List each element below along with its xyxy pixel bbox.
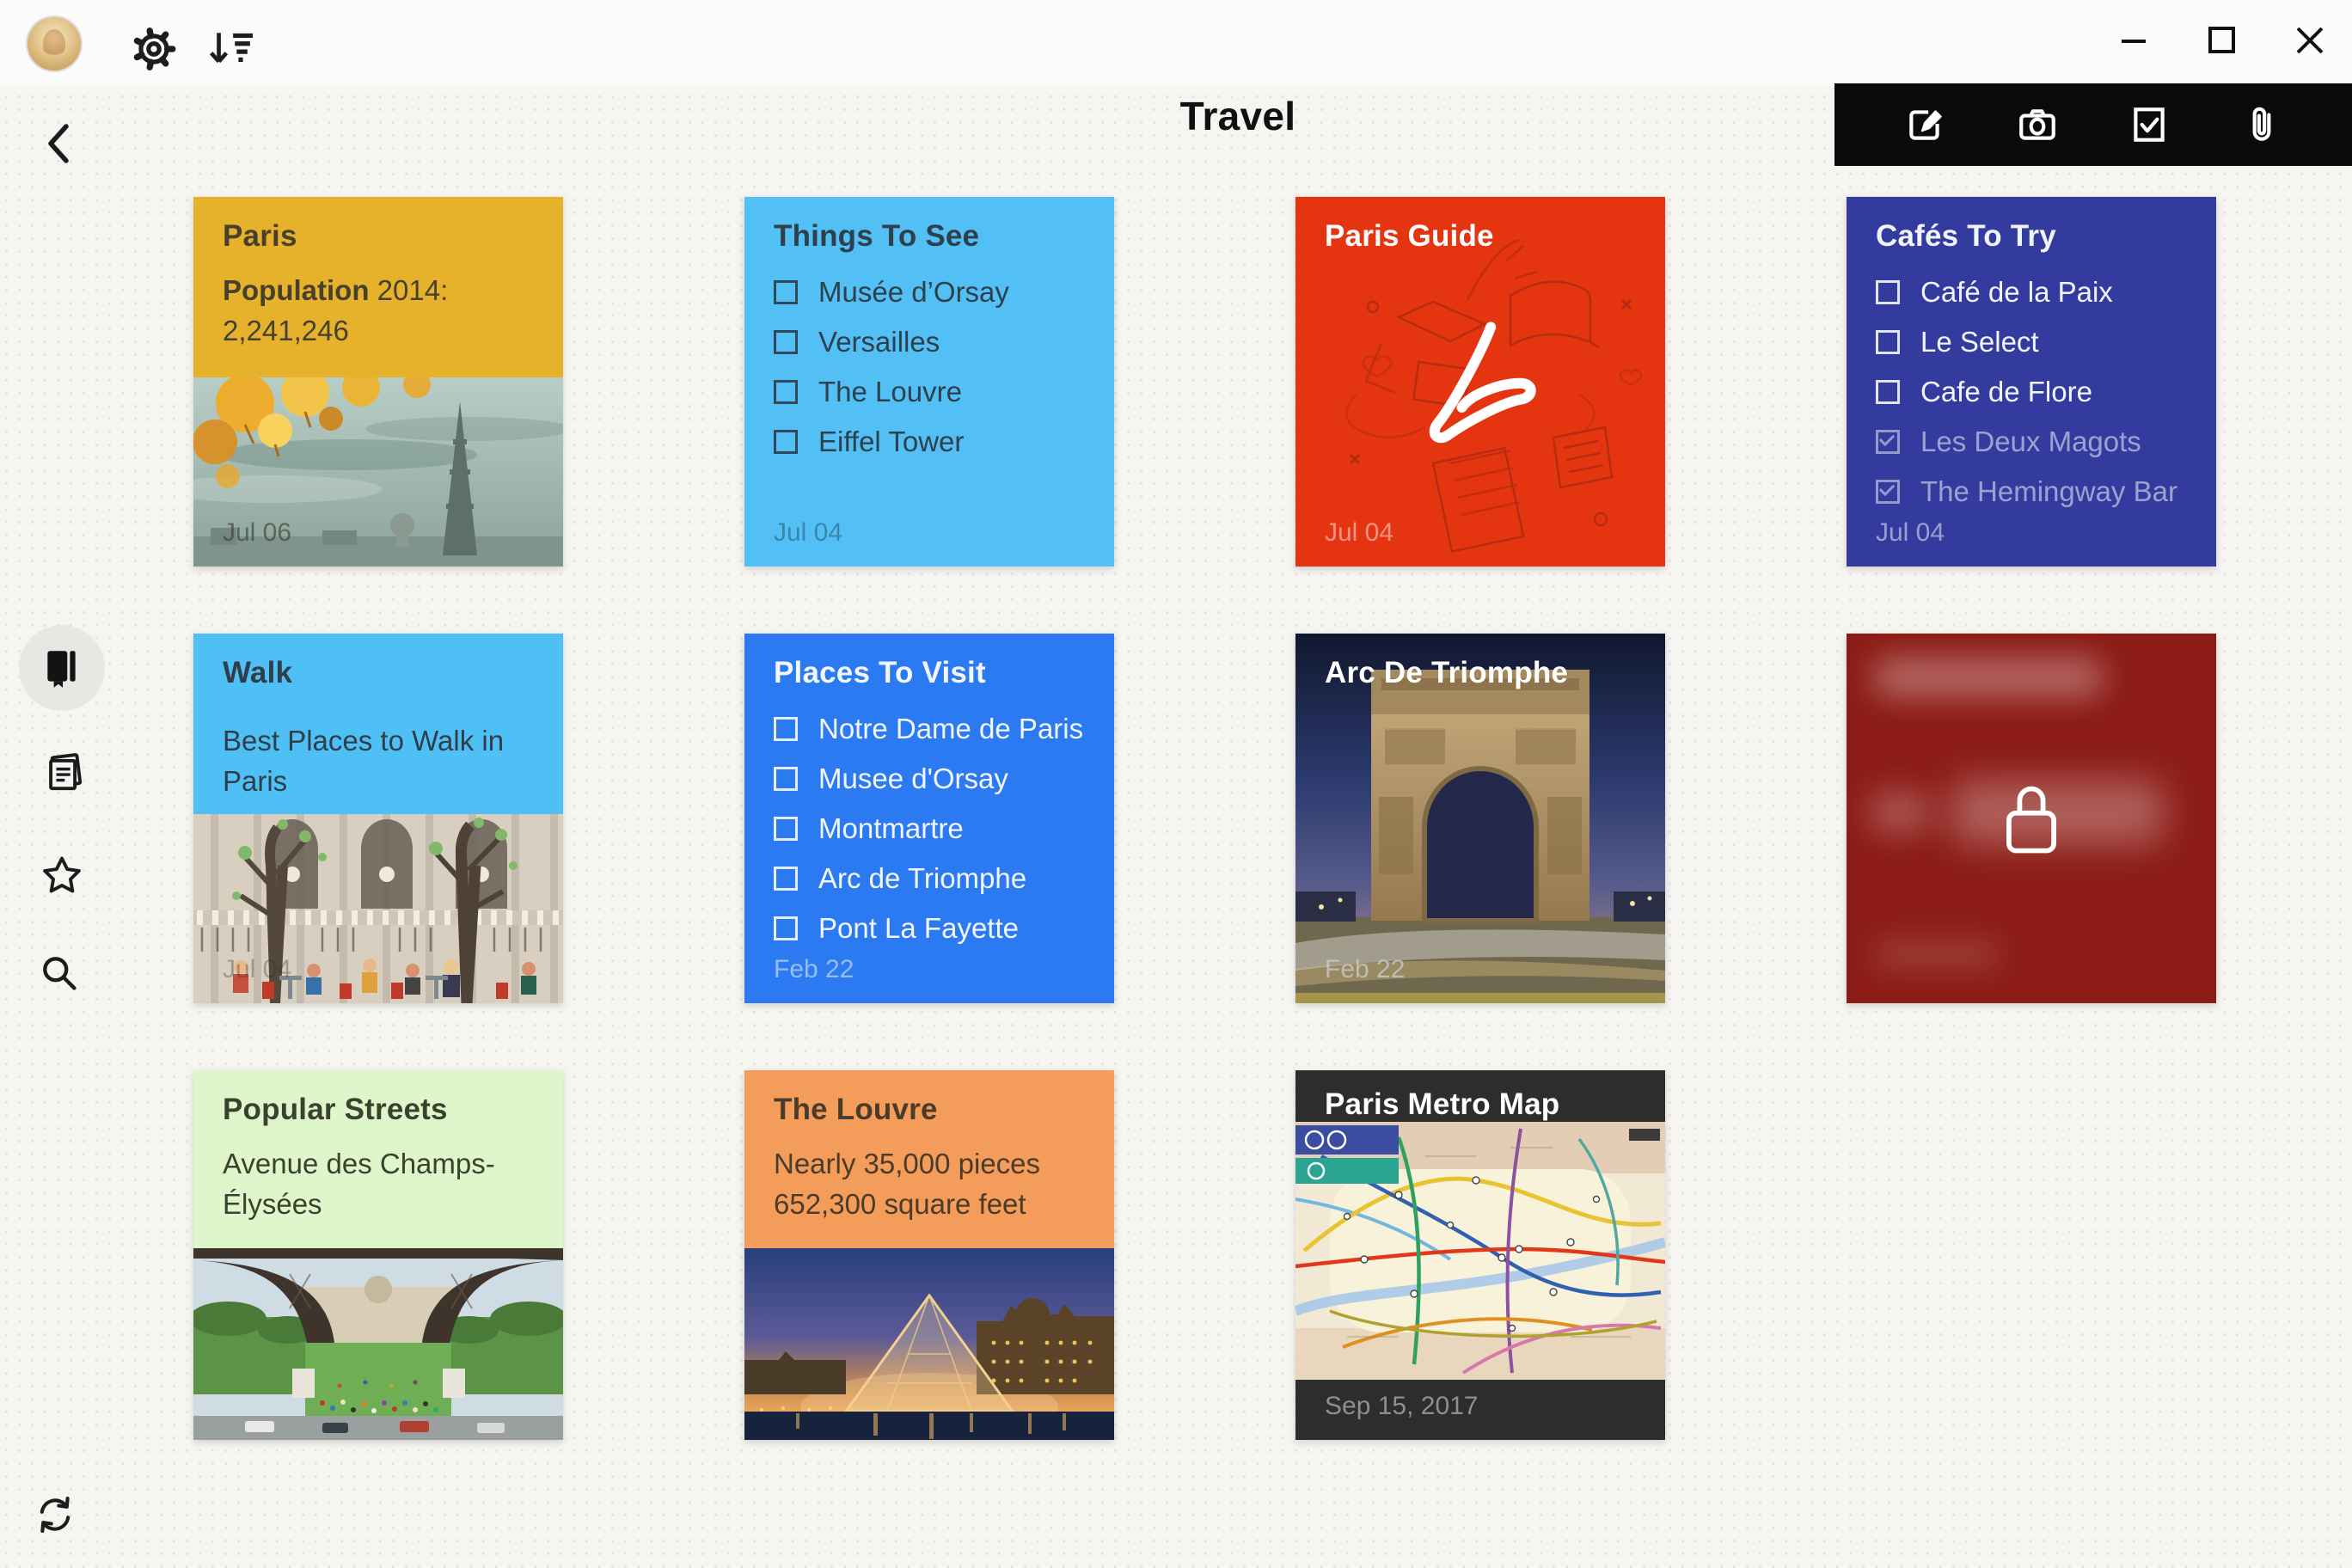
note-title: Walk — [223, 656, 534, 690]
note-date: Jul 04 — [774, 518, 842, 548]
note-title: The Louvre — [774, 1093, 1085, 1127]
note-body-line: Nearly 35,000 pieces 652,300 square feet — [774, 1144, 1085, 1225]
checkbox-icon[interactable] — [774, 767, 798, 791]
notes-grid: Paris Population 2014: 2,241,246 Paris i… — [193, 197, 2216, 1440]
note-date: Jul 04 — [1325, 518, 1393, 548]
note-date: Feb 22 — [774, 955, 854, 984]
note-body-line: Population 2014: 2,241,246 — [223, 271, 534, 352]
note-date: Jul 06 — [223, 518, 291, 548]
note-card-paris[interactable]: Paris Population 2014: 2,241,246 Paris i… — [193, 197, 563, 567]
note-card-paris-metro-map[interactable]: Paris Metro Map — [1295, 1070, 1665, 1440]
checklist-item-checked: The Hemingway Bar — [1876, 475, 2187, 508]
metro-map-image — [1295, 1122, 1665, 1380]
note-card-things-to-see[interactable]: Things To See Musée d’Orsay Versailles T… — [744, 197, 1114, 567]
champ-de-mars-image — [193, 1248, 563, 1440]
note-card-places-to-visit[interactable]: Places To Visit Notre Dame de Paris Muse… — [744, 634, 1114, 1003]
note-card-the-louvre[interactable]: The Louvre Nearly 35,000 pieces 652,300 … — [744, 1070, 1114, 1440]
checklist-item: Notre Dame de Paris — [774, 713, 1085, 745]
checklist: Café de la Paix Le Select Cafe de Flore … — [1876, 276, 2187, 508]
top-bar — [0, 0, 2352, 86]
sidebar-item-favorites[interactable] — [40, 853, 84, 897]
note-title: Cafés To Try — [1876, 219, 2187, 254]
louvre-pyramid-image — [744, 1248, 1114, 1440]
checklist-item: The Louvre — [774, 376, 1085, 408]
checkbox-checked-icon[interactable] — [1876, 480, 1900, 504]
note-title: Paris Metro Map — [1325, 1087, 1559, 1122]
checkbox-icon[interactable] — [1876, 280, 1900, 304]
maximize-button[interactable] — [2202, 21, 2242, 60]
page-title: Travel — [980, 93, 1496, 139]
checklist: Notre Dame de Paris Musee d'Orsay Montma… — [774, 713, 1085, 945]
note-card-paris-guide[interactable]: Paris Guide Jul 04 — [1295, 197, 1665, 567]
camera-icon[interactable] — [2016, 103, 2059, 146]
sidebar-item-notebooks[interactable] — [19, 625, 105, 711]
app-window: { "header": { "title": "Travel" }, "topb… — [0, 0, 2352, 1568]
new-note-icon[interactable] — [1903, 103, 1946, 146]
checkbox-icon[interactable] — [774, 280, 798, 304]
avatar[interactable] — [26, 15, 83, 72]
minimize-button[interactable] — [2115, 21, 2154, 60]
checkbox-icon[interactable] — [774, 330, 798, 354]
checklist-item: Musée d’Orsay — [774, 276, 1085, 309]
sidebar-item-notecards[interactable] — [38, 750, 86, 798]
checklist-item: Arc de Triomphe — [774, 862, 1085, 895]
sort-descending-icon[interactable] — [206, 26, 253, 72]
note-title: Things To See — [774, 219, 1085, 254]
action-toolbar — [1834, 83, 2352, 166]
checklist-item: Musee d'Orsay — [774, 763, 1085, 795]
note-title: Paris Guide — [1325, 219, 1636, 254]
note-card-locked[interactable] — [1847, 634, 2216, 1003]
checklist-item: Montmartre — [774, 812, 1085, 845]
acrobat-pdf-icon — [1420, 317, 1540, 450]
checklist-item: Café de la Paix — [1876, 276, 2187, 309]
settings-gear-icon[interactable] — [131, 26, 177, 72]
checklist-item: Versailles — [774, 326, 1085, 358]
checklist-item: Pont La Fayette — [774, 912, 1085, 945]
note-title: Arc De Triomphe — [1325, 656, 1568, 690]
back-button[interactable] — [38, 120, 81, 167]
checklist-item: Cafe de Flore — [1876, 376, 2187, 408]
sidebar-item-search[interactable] — [36, 950, 81, 995]
note-date: Jul 04 — [1876, 518, 1945, 548]
note-body-line: Avenue des Champs-Élysées — [223, 1144, 534, 1225]
note-date: Feb 22 — [1325, 955, 1405, 984]
checklist-icon[interactable] — [2128, 103, 2171, 146]
note-card-arc-de-triomphe[interactable]: Arc De Triomphe Feb 22 — [1295, 634, 1665, 1003]
checkbox-icon[interactable] — [774, 867, 798, 891]
checklist: Musée d’Orsay Versailles The Louvre Eiff… — [774, 276, 1085, 458]
checkbox-icon[interactable] — [774, 380, 798, 404]
close-button[interactable] — [2290, 21, 2330, 60]
note-date: Sep 15, 2017 — [1325, 1392, 1479, 1421]
checkbox-icon[interactable] — [774, 916, 798, 940]
note-title: Places To Visit — [774, 656, 1085, 690]
note-title: Paris — [223, 219, 534, 254]
lock-icon — [1997, 777, 2066, 860]
checkbox-icon[interactable] — [1876, 380, 1900, 404]
checkbox-icon[interactable] — [1876, 330, 1900, 354]
checkbox-icon[interactable] — [774, 817, 798, 841]
checklist-item: Eiffel Tower — [774, 426, 1085, 458]
checkbox-icon[interactable] — [774, 430, 798, 454]
note-title: Popular Streets — [223, 1093, 534, 1127]
checkbox-checked-icon[interactable] — [1876, 430, 1900, 454]
note-card-popular-streets[interactable]: Popular Streets Avenue des Champs-Élysée… — [193, 1070, 563, 1440]
note-card-cafes-to-try[interactable]: Cafés To Try Café de la Paix Le Select C… — [1847, 197, 2216, 567]
sync-icon[interactable] — [33, 1492, 77, 1537]
checklist-item: Le Select — [1876, 326, 2187, 358]
note-card-walk[interactable]: Walk Best Places to Walk in Paris — [193, 634, 563, 1003]
note-date: Jul 04 — [223, 955, 291, 984]
note-body-line: Best Places to Walk in Paris — [223, 721, 534, 802]
attachment-icon[interactable] — [2240, 103, 2283, 146]
checklist-item-checked: Les Deux Magots — [1876, 426, 2187, 458]
checkbox-icon[interactable] — [774, 717, 798, 741]
